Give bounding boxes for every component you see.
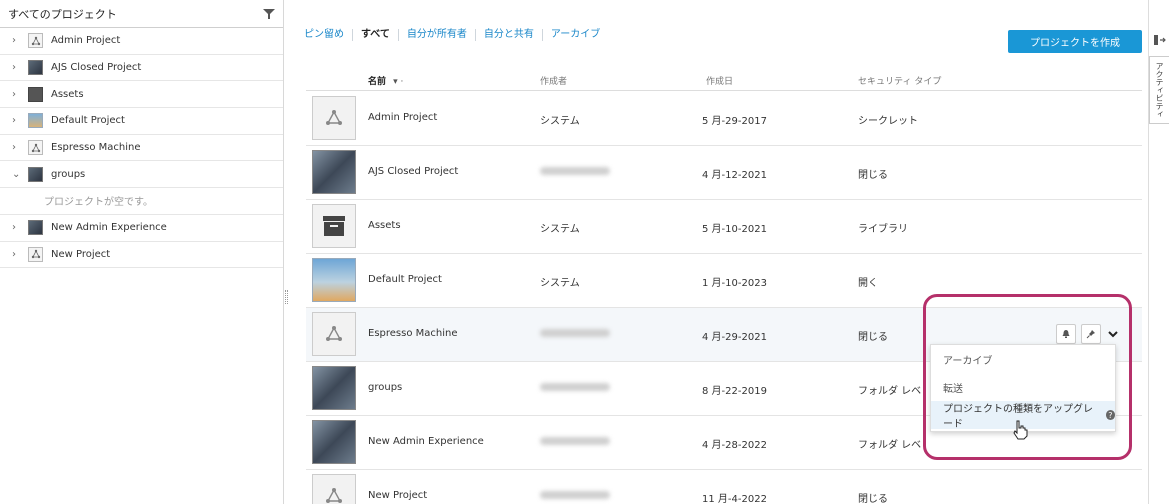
project-name[interactable]: AJS Closed Project xyxy=(368,166,458,177)
chevron-right-icon[interactable]: › xyxy=(12,222,26,233)
project-triangle-icon xyxy=(28,33,43,49)
project-thumbnail xyxy=(312,150,356,194)
tree-item-assets[interactable]: › Assets xyxy=(0,81,283,109)
tree-item-label: groups xyxy=(51,168,86,180)
annotation-highlight-ring xyxy=(923,294,1132,460)
project-thumbnail xyxy=(28,60,43,76)
redacted-owner xyxy=(540,383,610,391)
project-owner: システム xyxy=(540,278,580,289)
tree-item-label: AJS Closed Project xyxy=(51,62,142,74)
table-row[interactable]: Assets システム 5 月-10-2021 ライブラリ xyxy=(306,200,1142,254)
redacted-owner xyxy=(540,437,610,445)
sidebar-header: すべてのプロジェクト xyxy=(0,0,283,28)
project-owner-redacted xyxy=(540,166,610,177)
project-security: 開く xyxy=(858,278,878,289)
project-thumbnail xyxy=(312,258,356,302)
archive-box-icon xyxy=(28,86,43,102)
project-security: 閉じる xyxy=(858,494,888,504)
project-thumbnail xyxy=(28,220,43,236)
project-thumbnail xyxy=(28,113,43,129)
sidebar-title: すべてのプロジェクト xyxy=(8,7,117,21)
tree-item-admin-project[interactable]: › Admin Project xyxy=(0,28,283,55)
empty-project-message: プロジェクトが空です。 xyxy=(0,188,283,215)
project-thumbnail xyxy=(312,420,356,464)
project-security: 閉じる xyxy=(858,170,888,181)
tree-item-label: New Admin Experience xyxy=(51,222,167,234)
panel-resize-handle[interactable] xyxy=(285,290,288,304)
tree-item-groups[interactable]: ⌄ groups xyxy=(0,161,283,189)
project-date: 5 月-10-2021 xyxy=(702,224,767,235)
tree-item-espresso-machine[interactable]: › Espresso Machine xyxy=(0,135,283,162)
project-name[interactable]: Assets xyxy=(368,220,401,231)
project-owner-redacted xyxy=(540,490,610,501)
project-security: フォルダ レベ xyxy=(858,386,922,397)
tab-activity[interactable]: アクティビティ xyxy=(1149,56,1169,124)
project-date: 11 月-4-2022 xyxy=(702,494,767,504)
project-name[interactable]: groups xyxy=(368,382,402,393)
chevron-right-icon[interactable]: › xyxy=(12,89,26,100)
project-name[interactable]: New Project xyxy=(368,490,427,501)
project-tree: › Admin Project › AJS Closed Project › A… xyxy=(0,28,283,269)
tree-item-default-project[interactable]: › Default Project xyxy=(0,108,283,135)
project-triangle-icon xyxy=(28,140,43,156)
tree-item-label: Espresso Machine xyxy=(51,142,141,154)
project-name[interactable]: New Admin Experience xyxy=(368,436,484,447)
table-row[interactable]: Admin Project システム 5 月-29-2017 シークレット xyxy=(306,92,1142,146)
project-security: 閉じる xyxy=(858,332,888,343)
project-triangle-icon xyxy=(28,246,43,262)
project-date: 1 月-10-2023 xyxy=(702,278,767,289)
project-owner: システム xyxy=(540,224,580,235)
project-owner-redacted xyxy=(540,382,610,393)
project-date: 4 月-28-2022 xyxy=(702,440,767,451)
project-date: 4 月-29-2021 xyxy=(702,332,767,343)
redacted-owner xyxy=(540,491,610,499)
tree-item-ajs-closed-project[interactable]: › AJS Closed Project xyxy=(0,55,283,82)
tree-item-new-project[interactable]: › New Project xyxy=(0,242,283,269)
activity-tab-label: アクティビティ xyxy=(1155,62,1164,118)
project-date: 4 月-12-2021 xyxy=(702,170,767,181)
project-owner: システム xyxy=(540,116,580,127)
project-security: フォルダ レベ xyxy=(858,440,922,451)
project-date: 8 月-22-2019 xyxy=(702,386,767,397)
chevron-right-icon[interactable]: › xyxy=(12,142,26,153)
project-sidebar: すべてのプロジェクト › Admin Project › AJS Closed … xyxy=(0,0,284,504)
tree-item-new-admin-experience[interactable]: › New Admin Experience xyxy=(0,215,283,242)
chevron-right-icon[interactable]: › xyxy=(12,115,26,126)
project-name[interactable]: Default Project xyxy=(368,274,442,285)
project-owner-redacted xyxy=(540,436,610,447)
tree-item-label: Admin Project xyxy=(51,35,121,47)
project-thumbnail xyxy=(312,366,356,410)
project-name[interactable]: Espresso Machine xyxy=(368,328,458,339)
project-thumbnail xyxy=(28,166,43,182)
chevron-right-icon[interactable]: › xyxy=(12,249,26,260)
project-security: シークレット xyxy=(858,116,918,127)
project-security: ライブラリ xyxy=(858,224,908,235)
tree-item-label: Assets xyxy=(51,88,84,100)
project-owner-redacted xyxy=(540,328,610,339)
archive-box-icon xyxy=(312,204,356,248)
table-row[interactable]: New Project 11 月-4-2022 閉じる xyxy=(306,470,1142,504)
filter-icon[interactable] xyxy=(263,8,275,20)
project-date: 5 月-29-2017 xyxy=(702,116,767,127)
project-triangle-icon xyxy=(312,474,356,504)
chevron-down-icon[interactable]: ⌄ xyxy=(12,169,26,180)
redacted-owner xyxy=(540,167,610,175)
chevron-right-icon[interactable]: › xyxy=(12,35,26,46)
project-triangle-icon xyxy=(312,96,356,140)
redacted-owner xyxy=(540,329,610,337)
project-triangle-icon xyxy=(312,312,356,356)
table-row[interactable]: AJS Closed Project 4 月-12-2021 閉じる xyxy=(306,146,1142,200)
project-name[interactable]: Admin Project xyxy=(368,112,437,123)
collapse-panel-icon[interactable] xyxy=(1154,35,1166,45)
chevron-right-icon[interactable]: › xyxy=(12,62,26,73)
tree-item-label: New Project xyxy=(51,248,111,260)
tree-item-label: Default Project xyxy=(51,115,125,127)
